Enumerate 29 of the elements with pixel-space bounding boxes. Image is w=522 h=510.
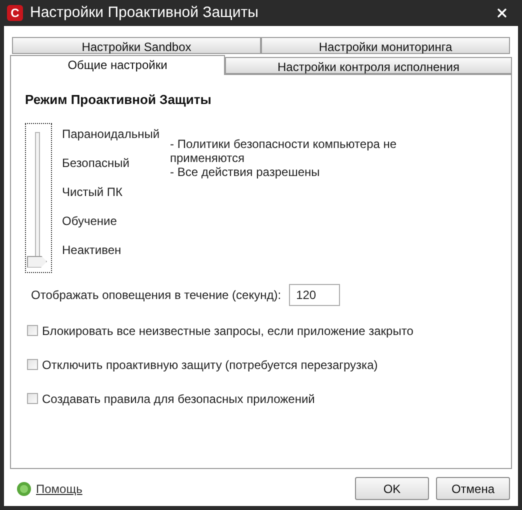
mode-label: Неактивен xyxy=(62,242,122,258)
mode-description: - Политики безопасности компьютера не применяются xyxy=(170,136,398,164)
mode-label: Безопасный xyxy=(62,156,130,170)
tab[interactable]: Настройки мониторинга xyxy=(261,37,510,54)
app-logo: C xyxy=(7,5,23,21)
option-label: Создавать правила для безопасных приложений xyxy=(42,390,315,408)
section-title: Режим Проактивной Защиты xyxy=(25,91,212,109)
dialog-button[interactable]: Отмена xyxy=(436,477,510,500)
checkbox[interactable] xyxy=(27,325,38,336)
mode-label: Чистый ПК xyxy=(62,184,124,200)
dialog-button[interactable]: OK xyxy=(355,477,429,500)
tab[interactable]: Общие настройки xyxy=(10,55,225,75)
help-icon xyxy=(17,482,31,496)
mode-label: Параноидальный xyxy=(62,126,161,142)
tab[interactable]: Настройки Sandbox xyxy=(12,37,261,54)
alert-duration-label: Отображать оповещения в течение (секунд): xyxy=(31,286,282,304)
mode-label: Обучение xyxy=(62,214,118,228)
close-button[interactable] xyxy=(495,6,509,20)
alert-duration-field[interactable]: 120 xyxy=(289,284,340,306)
slider-thumb[interactable] xyxy=(27,256,47,268)
option-label: Блокировать все неизвестные запросы, если приложение закрыто xyxy=(42,322,414,340)
checkbox[interactable] xyxy=(27,359,38,370)
mode-description: - Все действия разрешены xyxy=(170,164,321,178)
checkbox[interactable] xyxy=(27,393,38,404)
option-label: Отключить проактивную защиту (потребуется перезагрузка) xyxy=(42,356,378,374)
mode-slider[interactable] xyxy=(25,122,52,272)
window-title: Настройки Проактивной Защиты xyxy=(30,2,258,23)
help-link[interactable]: Помощь xyxy=(36,480,82,498)
tab[interactable]: Настройки контроля исполнения xyxy=(225,57,512,74)
